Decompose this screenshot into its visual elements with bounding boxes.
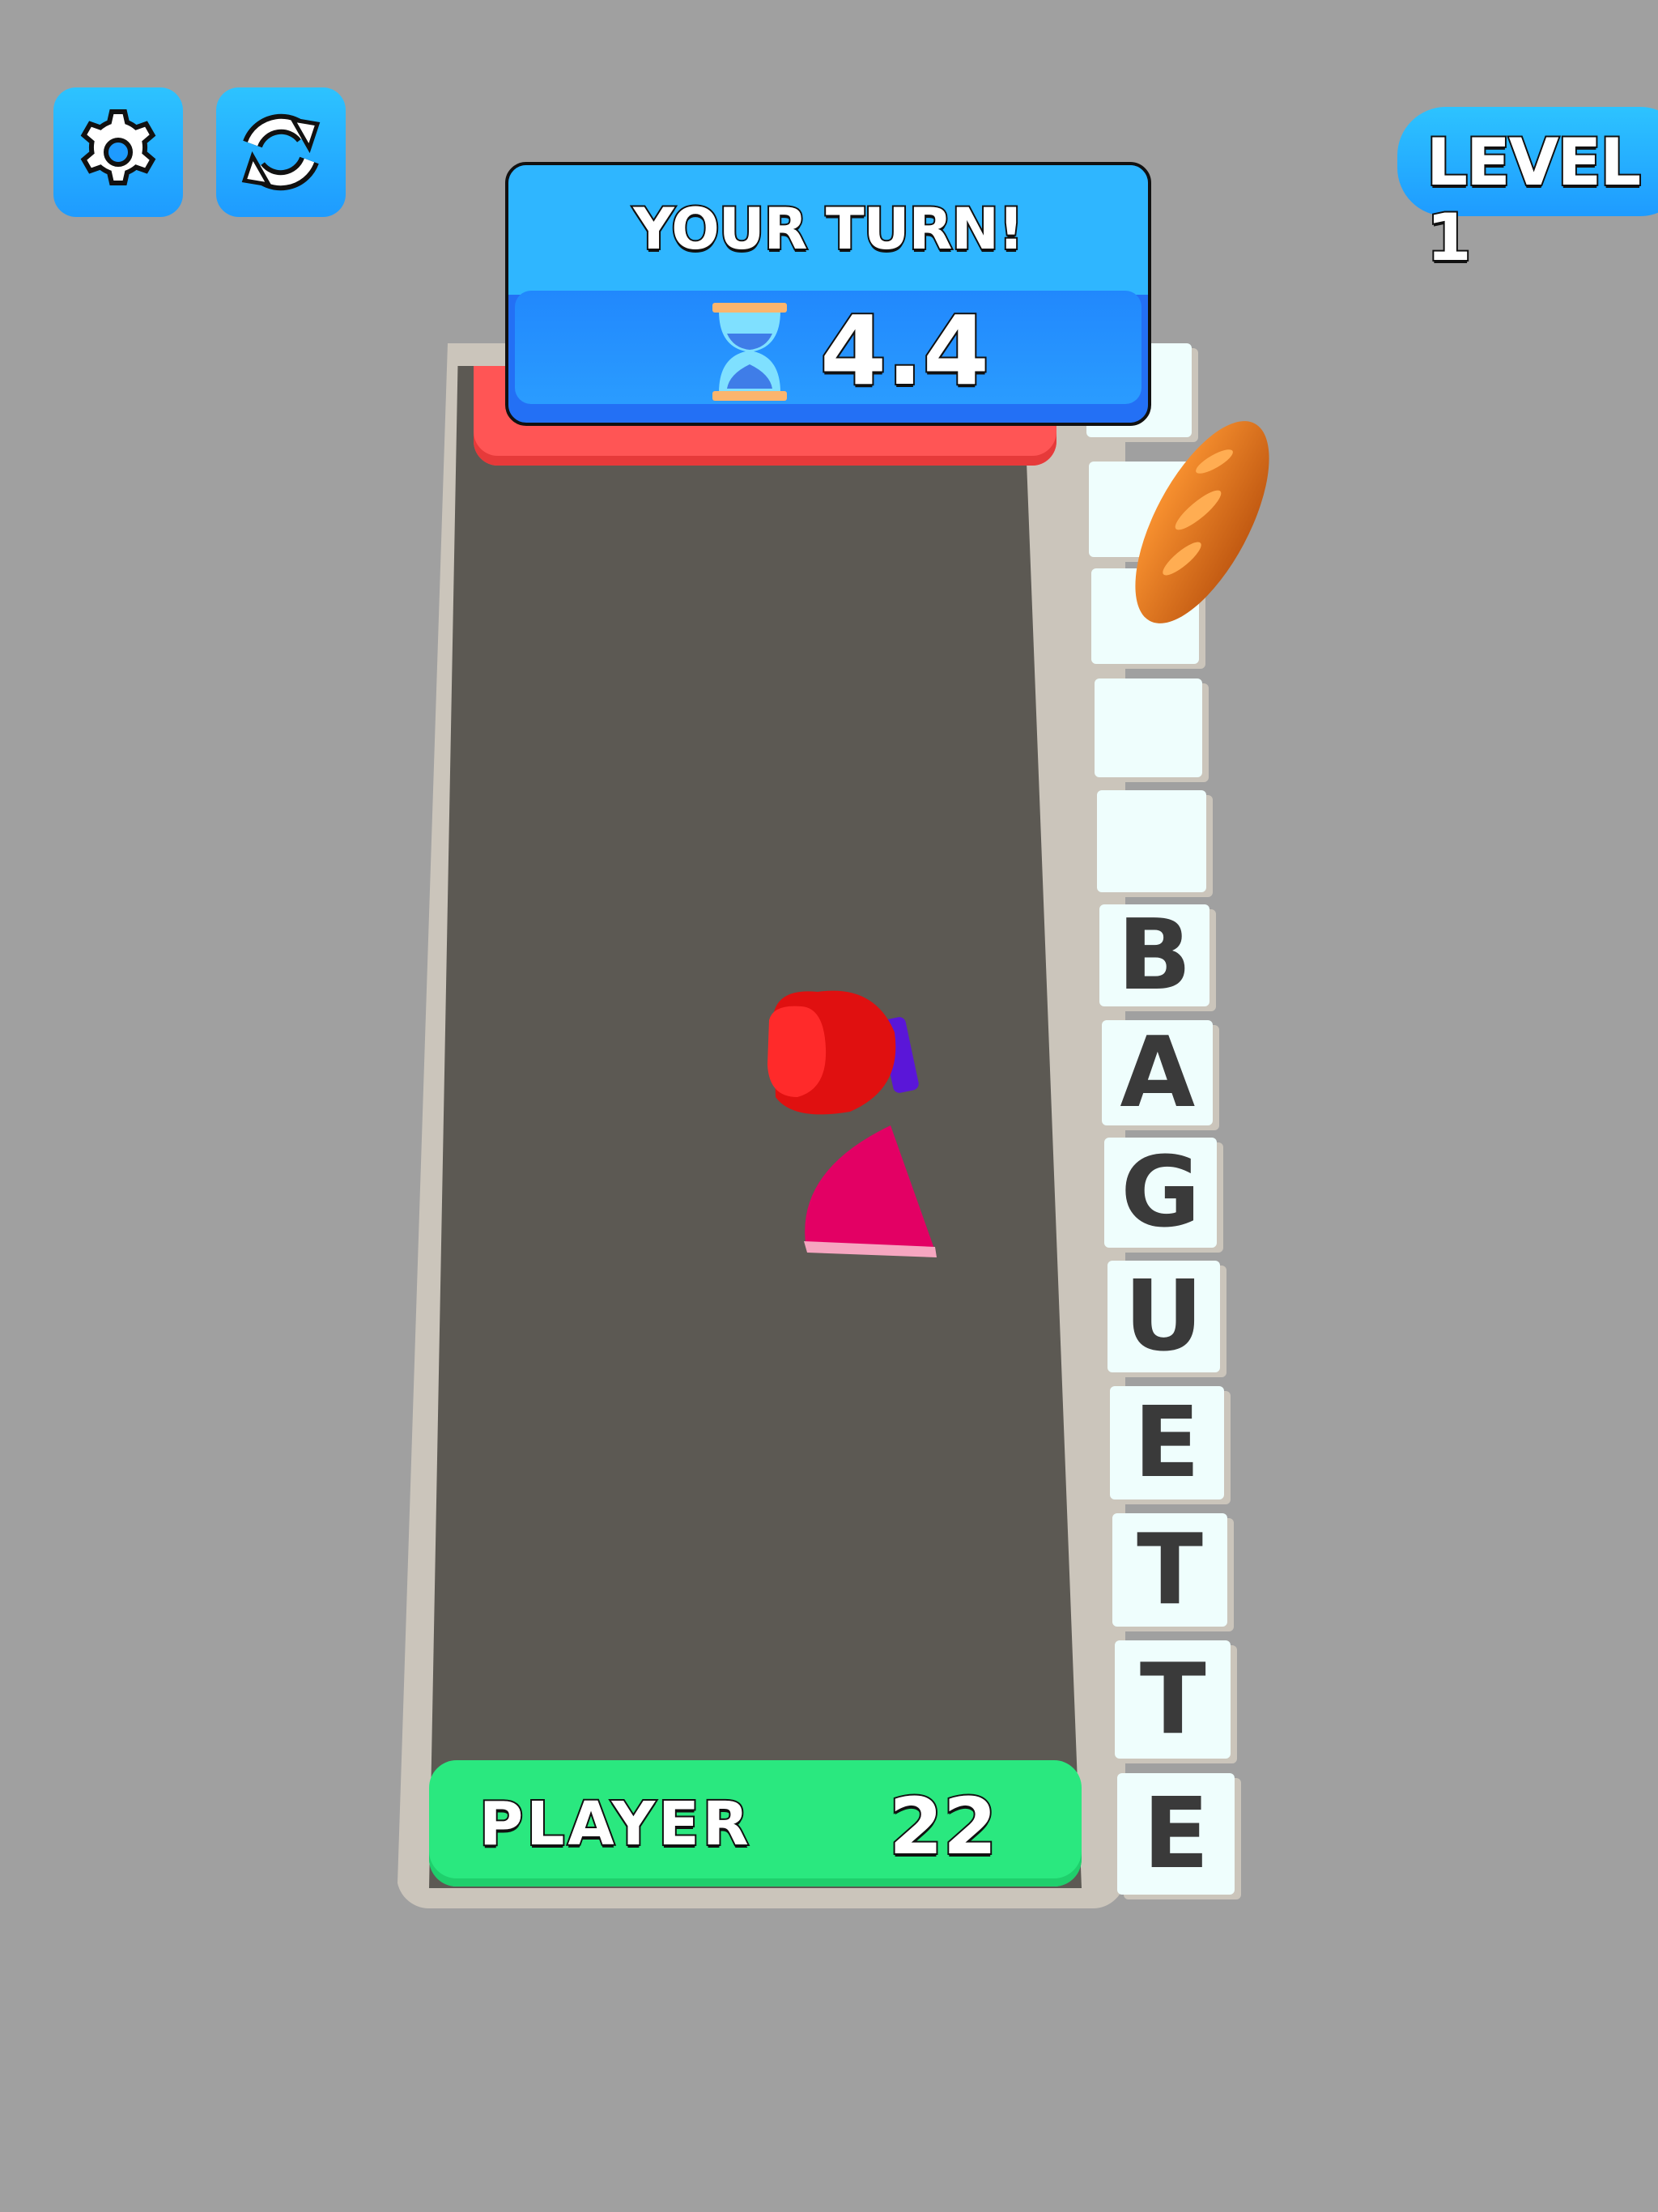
- player-score: 22: [887, 1780, 999, 1874]
- letter-tile: T: [1112, 1513, 1227, 1627]
- boxing-glove-object: [767, 990, 919, 1115]
- pink-wedge-object: [804, 1125, 937, 1257]
- letter-tile: E: [1117, 1773, 1235, 1895]
- letter-tile: [1096, 790, 1206, 892]
- refresh-icon: [241, 113, 321, 191]
- letter-tile: T: [1115, 1640, 1231, 1759]
- letter-tile: B: [1099, 900, 1209, 1012]
- play-area: [429, 366, 1082, 1888]
- gear-icon: [80, 109, 156, 185]
- level-indicator: LEVEL 1: [1397, 107, 1658, 277]
- restart-button[interactable]: [216, 87, 346, 217]
- settings-button[interactable]: [53, 87, 183, 217]
- letter-tile: A: [1102, 1017, 1214, 1129]
- turn-timer: 4.4: [818, 293, 991, 408]
- turn-panel: YOUR TURN! 4.4: [505, 162, 1151, 426]
- hourglass-icon: [712, 303, 787, 401]
- player-score-bar: PLAYER 22: [429, 1760, 1082, 1887]
- letter-tile: U: [1107, 1261, 1221, 1373]
- letter-tile: G: [1104, 1137, 1217, 1249]
- baguette-object: [1135, 421, 1269, 623]
- letter-tile: [1094, 678, 1203, 777]
- player-name: PLAYER: [478, 1788, 752, 1861]
- letter-tile: E: [1109, 1386, 1224, 1499]
- level-label: LEVEL 1: [1425, 123, 1643, 277]
- turn-title: YOUR TURN!: [631, 194, 1026, 264]
